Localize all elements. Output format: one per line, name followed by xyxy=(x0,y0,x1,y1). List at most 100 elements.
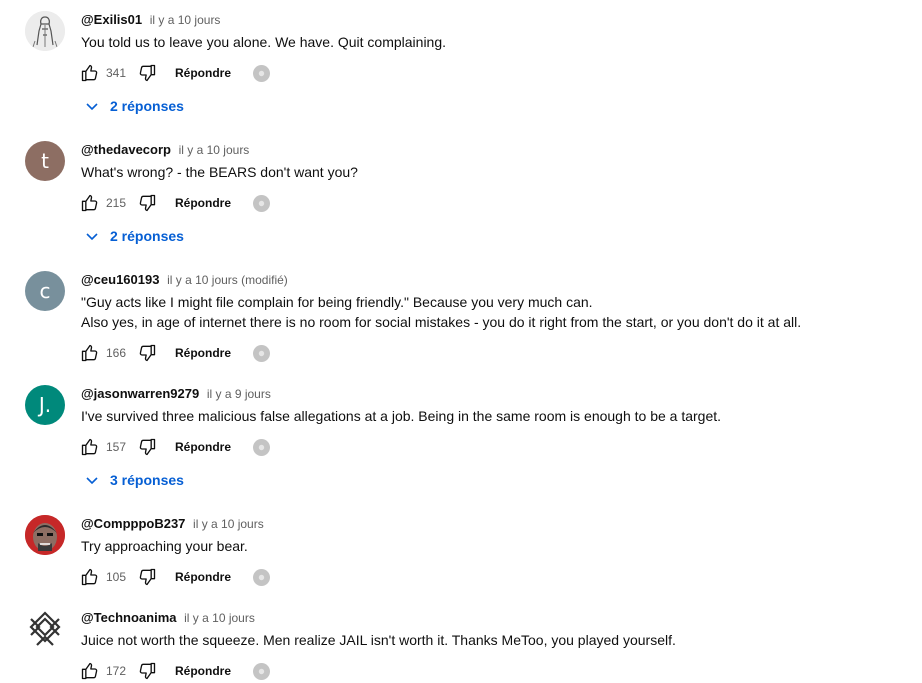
creator-heart-badge xyxy=(253,568,271,586)
like-count: 166 xyxy=(106,346,127,360)
comment-timestamp[interactable]: il y a 10 jours xyxy=(193,517,264,531)
comment-timestamp[interactable]: il y a 9 jours xyxy=(207,387,271,401)
reply-button[interactable]: Répondre xyxy=(175,346,231,360)
comment-header: @Exilis01 il y a 10 jours xyxy=(81,12,220,28)
avatar[interactable] xyxy=(25,515,65,555)
comment-header: @ceu160193 il y a 10 jours (modifié) xyxy=(81,272,288,288)
comment-timestamp[interactable]: il y a 10 jours xyxy=(179,143,250,157)
creator-heart-badge xyxy=(253,662,271,680)
view-replies-button[interactable]: 3 réponses xyxy=(84,470,184,490)
like-count: 105 xyxy=(106,570,127,584)
author-name[interactable]: @Technoanima xyxy=(81,610,177,625)
replies-count-label: 3 réponses xyxy=(110,472,184,488)
avatar[interactable]: c xyxy=(25,271,65,311)
author-name[interactable]: @Exilis01 xyxy=(81,12,142,27)
thumbs-up-icon xyxy=(81,344,98,362)
comment-header: @ComppроB237 il y a 10 jours xyxy=(81,516,264,532)
sketch-figure-avatar-icon xyxy=(25,11,65,51)
author-name[interactable]: @thedavecorp xyxy=(81,142,171,157)
reply-button[interactable]: Répondre xyxy=(175,664,231,678)
avatar-letter: J. xyxy=(38,393,52,417)
thumbs-up-icon xyxy=(81,64,98,82)
like-count: 157 xyxy=(106,440,127,454)
thumbs-down-icon xyxy=(139,344,156,362)
comment-timestamp[interactable]: il y a 10 jours (modifié) xyxy=(167,273,288,287)
view-replies-button[interactable]: 2 réponses xyxy=(84,226,184,246)
comment-line: Also yes, in age of internet there is no… xyxy=(81,314,802,330)
creator-heart-badge xyxy=(253,438,271,456)
like-button[interactable] xyxy=(79,342,101,364)
thumbs-up-icon xyxy=(81,568,98,586)
heart-icon xyxy=(258,574,265,580)
reply-button[interactable]: Répondre xyxy=(175,570,231,584)
comment-text: "Guy acts like I might file complain for… xyxy=(81,292,801,332)
comment-text: You told us to leave you alone. We have.… xyxy=(81,32,446,52)
like-button[interactable] xyxy=(79,436,101,458)
comment-timestamp[interactable]: il y a 10 jours xyxy=(184,611,255,625)
chevron-down-icon xyxy=(86,103,98,111)
dislike-button[interactable] xyxy=(136,192,158,214)
heart-icon xyxy=(258,200,265,206)
chevron-down-icon xyxy=(86,477,98,485)
thumbs-down-icon xyxy=(139,438,156,456)
like-count: 341 xyxy=(106,66,127,80)
reply-button[interactable]: Répondre xyxy=(175,440,231,454)
creator-heart-badge xyxy=(253,344,271,362)
comment-actions: 157 Répondre xyxy=(79,435,271,459)
thumbs-up-icon xyxy=(81,662,98,680)
replies-count-label: 2 réponses xyxy=(110,228,184,244)
avatar[interactable]: t xyxy=(25,141,65,181)
comment-actions: 166 Répondre xyxy=(79,341,271,365)
like-button[interactable] xyxy=(79,660,101,682)
comment-text: Juice not worth the squeeze. Men realize… xyxy=(81,630,676,650)
avatar[interactable]: J. xyxy=(25,385,65,425)
reply-button[interactable]: Répondre xyxy=(175,66,231,80)
comment-actions: 215 Répondre xyxy=(79,191,271,215)
thumbs-down-icon xyxy=(139,568,156,586)
comment-line: Try approaching your bear. xyxy=(81,538,248,554)
comment-line: You told us to leave you alone. We have.… xyxy=(81,34,447,50)
comment-line: "Guy acts like I might file complain for… xyxy=(81,294,593,310)
comment-header: @thedavecorp il y a 10 jours xyxy=(81,142,249,158)
author-name[interactable]: @jasonwarren9279 xyxy=(81,386,199,401)
comment-text: Try approaching your bear. xyxy=(81,536,248,556)
heart-icon xyxy=(258,444,265,450)
author-name[interactable]: @ComppроB237 xyxy=(81,516,185,531)
avatar[interactable] xyxy=(25,609,65,649)
comment-header: @Technoanima il y a 10 jours xyxy=(81,610,255,626)
thumbs-down-icon xyxy=(139,662,156,680)
heart-icon xyxy=(258,668,265,674)
comment-line: I've survived three malicious false alle… xyxy=(81,408,722,424)
comment-line: What's wrong? - the BEARS don't want you… xyxy=(81,164,358,180)
dislike-button[interactable] xyxy=(136,342,158,364)
like-button[interactable] xyxy=(79,192,101,214)
cartoon-face-avatar-icon xyxy=(25,515,65,555)
comment-timestamp[interactable]: il y a 10 jours xyxy=(150,13,221,27)
avatar[interactable] xyxy=(25,11,65,51)
comment-actions: 341 Répondre xyxy=(79,61,271,85)
thumbs-up-icon xyxy=(81,438,98,456)
reply-button[interactable]: Répondre xyxy=(175,196,231,210)
thumbs-up-icon xyxy=(81,194,98,212)
author-name[interactable]: @ceu160193 xyxy=(81,272,159,287)
comment-actions: 172 Répondre xyxy=(79,659,271,683)
dislike-button[interactable] xyxy=(136,566,158,588)
comment-line: Juice not worth the squeeze. Men realize… xyxy=(81,632,676,648)
creator-heart-badge xyxy=(253,194,271,212)
comment-header: @jasonwarren9279 il y a 9 jours xyxy=(81,386,271,402)
thumbs-down-icon xyxy=(139,64,156,82)
dislike-button[interactable] xyxy=(136,436,158,458)
like-button[interactable] xyxy=(79,566,101,588)
comment-actions: 105 Répondre xyxy=(79,565,271,589)
comment-text: I've survived three malicious false alle… xyxy=(81,406,721,426)
like-count: 172 xyxy=(106,664,127,678)
thumbs-down-icon xyxy=(139,194,156,212)
view-replies-button[interactable]: 2 réponses xyxy=(84,96,184,116)
dislike-button[interactable] xyxy=(136,660,158,682)
dislike-button[interactable] xyxy=(136,62,158,84)
like-button[interactable] xyxy=(79,62,101,84)
avatar-letter: c xyxy=(39,279,51,303)
comment-text: What's wrong? - the BEARS don't want you… xyxy=(81,162,358,182)
creator-heart-badge xyxy=(253,64,271,82)
avatar-letter: t xyxy=(41,149,49,173)
